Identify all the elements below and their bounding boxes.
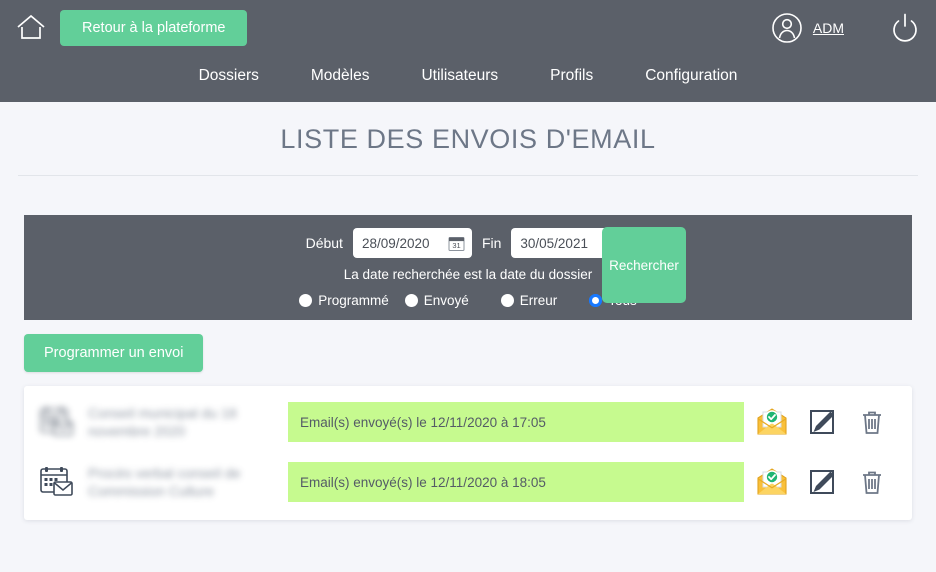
calendar-mail-icon: [38, 403, 76, 441]
title-divider: [18, 175, 918, 176]
filter-panel: Début 28/09/2020 31 Fin 30/05/2021 La da…: [24, 215, 912, 320]
home-icon[interactable]: [14, 11, 48, 45]
main-content: Début 28/09/2020 31 Fin 30/05/2021 La da…: [0, 215, 936, 520]
start-date-value: 28/09/2020: [361, 235, 430, 251]
nav-item-dossiers[interactable]: Dossiers: [199, 67, 259, 85]
top-bar-right: ADM: [770, 0, 922, 56]
email-send-list: Conseil municipal du 18 novembre 2020 Em…: [24, 386, 912, 520]
mail-sent-icon[interactable]: [756, 466, 788, 498]
status-badge: Email(s) envoyé(s) le 12/11/2020 à 18:05: [288, 462, 744, 502]
nav-item-configuration[interactable]: Configuration: [645, 67, 737, 85]
calendar-icon[interactable]: 31: [448, 235, 465, 252]
user-menu[interactable]: ADM: [770, 11, 844, 45]
search-button[interactable]: Rechercher: [602, 227, 686, 303]
end-date-label: Fin: [481, 235, 502, 251]
radio-envoye[interactable]: Envoyé: [404, 293, 469, 308]
end-date-value: 30/05/2021: [520, 235, 588, 251]
edit-icon[interactable]: [806, 406, 838, 438]
row-actions: [756, 406, 898, 438]
radio-erreur[interactable]: Erreur: [500, 293, 558, 308]
user-name-label[interactable]: ADM: [813, 20, 844, 36]
top-bar: Retour à la plateforme ADM: [0, 0, 936, 56]
calendar-mail-icon: [38, 463, 76, 501]
nav-item-modeles[interactable]: Modèles: [311, 67, 370, 85]
filter-controls: Début 28/09/2020 31 Fin 30/05/2021 La da…: [299, 215, 637, 308]
back-to-platform-button[interactable]: Retour à la plateforme: [60, 10, 248, 46]
avatar-icon: [770, 11, 804, 45]
radio-programme[interactable]: Programmé: [299, 293, 389, 308]
status-badge: Email(s) envoyé(s) le 12/11/2020 à 17:05: [288, 402, 744, 442]
table-row[interactable]: Procès verbal conseil de Commission Cult…: [38, 456, 898, 508]
row-title: Procès verbal conseil de Commission Cult…: [88, 465, 241, 499]
radio-dot: [404, 294, 418, 307]
radio-dot: [500, 294, 514, 307]
radio-label: Programmé: [318, 293, 389, 308]
table-row[interactable]: Conseil municipal du 18 novembre 2020 Em…: [38, 396, 898, 448]
main-navigation: Dossiers Modèles Utilisateurs Profils Co…: [0, 56, 936, 102]
nav-item-utilisateurs[interactable]: Utilisateurs: [421, 67, 498, 85]
row-actions: [756, 466, 898, 498]
svg-text:31: 31: [452, 241, 460, 250]
radio-dot: [299, 294, 313, 307]
radio-label: Envoyé: [423, 293, 469, 308]
start-date-input[interactable]: 28/09/2020 31: [352, 228, 472, 258]
row-title: Conseil municipal du 18 novembre 2020: [88, 405, 237, 439]
filter-hint: La date recherchée est la date du dossie…: [343, 267, 593, 282]
radio-dot-selected: [589, 294, 603, 307]
date-range-row: Début 28/09/2020 31 Fin 30/05/2021: [306, 228, 631, 258]
start-date-label: Début: [305, 235, 343, 251]
edit-icon[interactable]: [806, 466, 838, 498]
radio-label: Erreur: [519, 293, 558, 308]
schedule-send-button[interactable]: Programmer un envoi: [24, 334, 204, 372]
status-radio-group: Programmé Envoyé Erreur Tous: [299, 293, 637, 308]
trash-icon[interactable]: [856, 406, 888, 438]
mail-sent-icon[interactable]: [756, 406, 788, 438]
nav-item-profils[interactable]: Profils: [550, 67, 593, 85]
trash-icon[interactable]: [856, 466, 888, 498]
page-title: LISTE DES ENVOIS D'EMAIL: [280, 124, 656, 154]
power-icon[interactable]: [888, 11, 922, 45]
